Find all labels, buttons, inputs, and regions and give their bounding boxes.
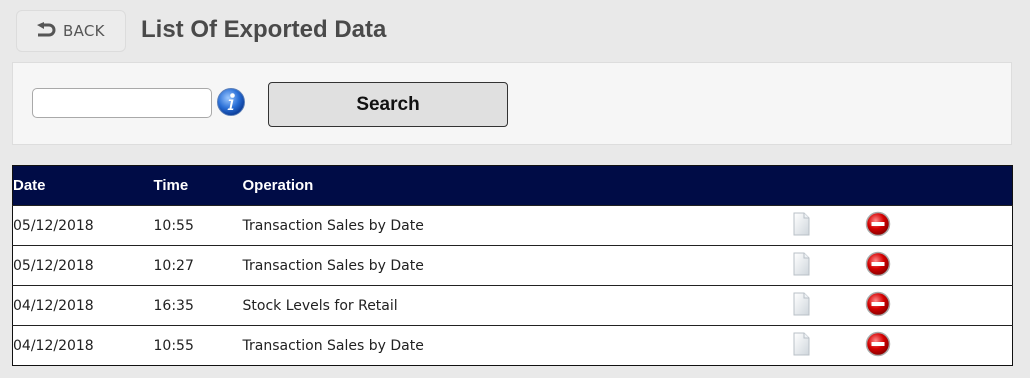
cell-time: 10:27 bbox=[153, 257, 194, 274]
search-input[interactable] bbox=[32, 88, 212, 118]
document-icon[interactable] bbox=[789, 211, 813, 237]
column-header-time: Time bbox=[153, 177, 189, 194]
column-header-date: Date bbox=[13, 177, 46, 194]
cell-delete bbox=[865, 326, 1013, 366]
back-button[interactable]: BACK bbox=[16, 10, 126, 52]
delete-icon[interactable] bbox=[865, 291, 890, 317]
delete-icon[interactable] bbox=[865, 251, 890, 277]
column-header-document bbox=[788, 166, 865, 206]
exported-data-table: Date Time Operation 05/12/2018 10:55 Trans… bbox=[12, 165, 1013, 366]
cell-document bbox=[788, 286, 865, 326]
cell-date: 05/12/2018 bbox=[13, 257, 94, 274]
back-arrow-icon bbox=[37, 22, 56, 37]
delete-icon[interactable] bbox=[865, 331, 890, 357]
cell-operation: Stock Levels for Retail bbox=[242, 297, 398, 314]
table-row: 05/12/2018 10:55 Transaction Sales by Date bbox=[12, 205, 1013, 246]
page-title: List Of Exported Data bbox=[141, 16, 387, 43]
search-button[interactable]: Search bbox=[268, 82, 508, 127]
document-icon[interactable] bbox=[789, 291, 813, 317]
back-button-label: BACK bbox=[63, 22, 105, 40]
cell-delete bbox=[865, 286, 1013, 326]
cell-document bbox=[788, 206, 865, 246]
table-row: 05/12/2018 10:27 Transaction Sales by Date bbox=[12, 245, 1013, 286]
cell-time: 10:55 bbox=[153, 337, 194, 354]
search-panel: Search bbox=[12, 62, 1012, 145]
cell-delete bbox=[865, 246, 1013, 286]
column-header-operation: Operation bbox=[242, 177, 314, 194]
cell-time: 16:35 bbox=[153, 297, 194, 314]
cell-document bbox=[788, 326, 865, 366]
table-header-row: Date Time Operation bbox=[12, 165, 1013, 206]
cell-operation: Transaction Sales by Date bbox=[242, 257, 424, 274]
cell-date: 04/12/2018 bbox=[13, 297, 94, 314]
cell-operation: Transaction Sales by Date bbox=[242, 217, 424, 234]
info-icon[interactable] bbox=[216, 87, 246, 117]
column-header-delete bbox=[865, 166, 1013, 206]
cell-date: 05/12/2018 bbox=[13, 217, 94, 234]
delete-icon[interactable] bbox=[865, 211, 890, 237]
table-row: 04/12/2018 10:55 Transaction Sales by Date bbox=[12, 325, 1013, 366]
cell-document bbox=[788, 246, 865, 286]
cell-time: 10:55 bbox=[153, 217, 194, 234]
document-icon[interactable] bbox=[789, 331, 813, 357]
document-icon[interactable] bbox=[789, 251, 813, 277]
cell-operation: Transaction Sales by Date bbox=[242, 337, 424, 354]
cell-date: 04/12/2018 bbox=[13, 337, 94, 354]
table-row: 04/12/2018 16:35 Stock Levels for Retail bbox=[12, 285, 1013, 326]
cell-delete bbox=[865, 206, 1013, 246]
